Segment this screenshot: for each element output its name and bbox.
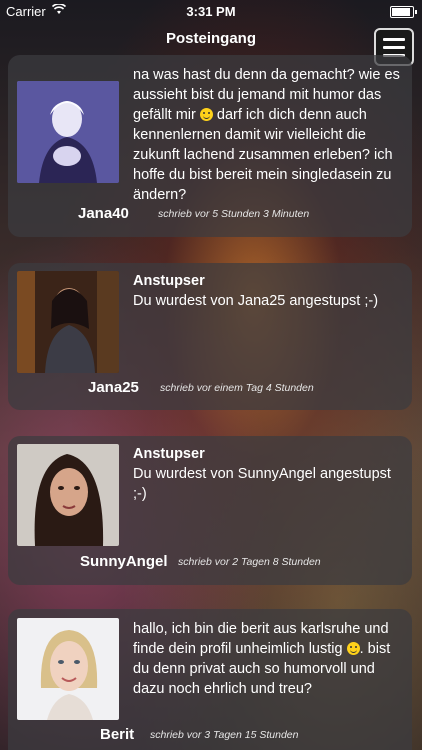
status-bar: Carrier 3:31 PM [0, 0, 422, 22]
avatar-jana40 [17, 81, 119, 183]
message-card[interactable]: Anstupser Du wurdest von SunnyAngel ange… [8, 436, 412, 585]
page-title: Posteingang [165, 30, 256, 47]
message-card[interactable]: Anstupser Du wurdest von Jana25 angestup… [8, 263, 412, 410]
avatar-sunnyangel [17, 444, 119, 546]
smiley-icon [346, 642, 360, 655]
sender-name[interactable]: SunnyAngel [80, 553, 168, 570]
message-text: na was hast du denn da gemacht? wie es a… [133, 67, 400, 203]
message-timestamp: schrieb vor 5 Stunden 3 Minuten [158, 208, 310, 220]
sender-name[interactable]: Jana40 [78, 205, 129, 222]
message-subject: Anstupser [133, 273, 205, 289]
message-text: Anstupser Du wurdest von Jana25 angestup… [133, 271, 402, 311]
message-subject: Anstupser [133, 446, 205, 462]
avatar-jana25 [17, 271, 119, 373]
message-timestamp: schrieb vor 3 Tagen 15 Stunden [150, 729, 299, 741]
clock: 3:31 PM [186, 4, 236, 19]
message-text: Anstupser Du wurdest von SunnyAngel ange… [133, 444, 402, 504]
sender-name[interactable]: Jana25 [88, 379, 139, 396]
sender-name[interactable]: Berit [100, 726, 134, 743]
smiley-icon [199, 108, 213, 121]
battery-icon [390, 6, 417, 18]
message-text: hallo, ich bin die berit aus karlsruhe u… [133, 621, 391, 697]
message-card[interactable]: na was hast du denn da gemacht? wie es a… [8, 55, 412, 237]
avatar-berit [17, 618, 119, 720]
message-timestamp: schrieb vor einem Tag 4 Stunden [160, 382, 314, 394]
message-timestamp: schrieb vor 2 Tagen 8 Stunden [178, 556, 321, 568]
message-card[interactable]: hallo, ich bin die berit aus karlsruhe u… [8, 609, 412, 750]
